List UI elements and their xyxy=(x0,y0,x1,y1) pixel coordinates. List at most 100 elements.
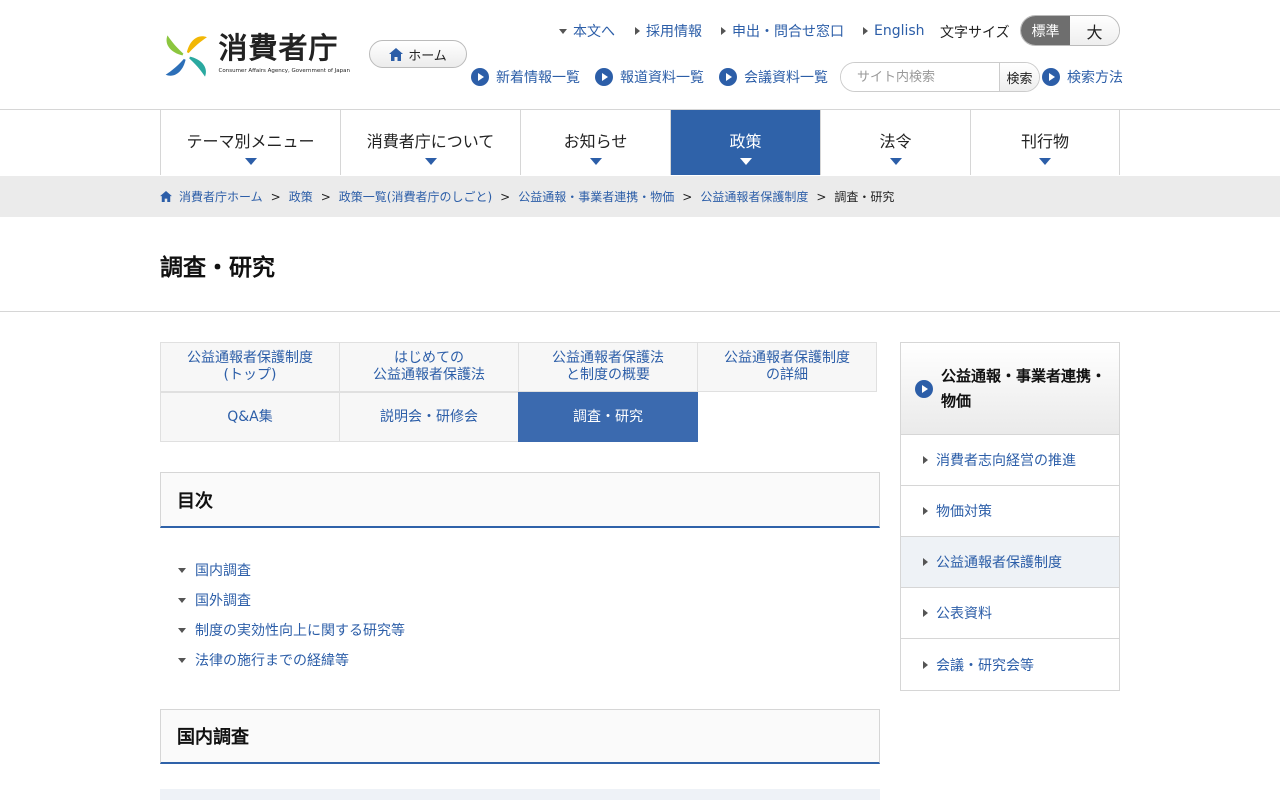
caret-down-icon xyxy=(739,158,752,165)
gnav-policy[interactable]: 政策 xyxy=(671,110,821,175)
tab-seminars[interactable]: 説明会・研修会 xyxy=(339,392,519,442)
news-list-link[interactable]: 新着情報一覧 xyxy=(471,67,580,87)
site-logo[interactable]: 消費者庁 Consumer Affairs Agency, Government… xyxy=(160,30,350,82)
side-nav-item-whistleblower[interactable]: 公益通報者保護制度 xyxy=(901,537,1119,588)
side-nav-item-label: 消費者志向経営の推進 xyxy=(936,453,1076,469)
util-link-label: 申出・問合せ窓口 xyxy=(732,24,844,40)
tab-research[interactable]: 調査・研究 xyxy=(518,392,698,442)
side-nav-item-label: 公益通報者保護制度 xyxy=(936,555,1062,571)
toc-link[interactable]: 法律の施行までの経緯等 xyxy=(195,650,349,670)
triangle-right-icon xyxy=(923,507,928,515)
toc-link[interactable]: 国外調査 xyxy=(195,590,251,610)
gnav-theme-menu[interactable]: テーマ別メニュー xyxy=(161,110,341,175)
toc-item[interactable]: 国内調査 xyxy=(178,555,405,585)
caret-down-icon xyxy=(1039,158,1051,165)
gnav-about[interactable]: 消費者庁について xyxy=(341,110,521,175)
tab-label: 公益通報者保護制度 の詳細 xyxy=(724,350,850,383)
tab-system-top[interactable]: 公益通報者保護制度 (トップ) xyxy=(160,342,340,392)
gnav-label: 法令 xyxy=(879,131,912,151)
side-nav-item-label: 公表資料 xyxy=(936,606,992,622)
gnav-label: テーマ別メニュー xyxy=(186,131,315,151)
util-link-label: 採用情報 xyxy=(646,24,702,40)
section-tabs: 公益通報者保護制度 (トップ) はじめての 公益通報者保護法 公益通報者保護法 と制度… xyxy=(160,342,880,442)
triangle-right-icon xyxy=(923,456,928,464)
tab-details[interactable]: 公益通報者保護制度 の詳細 xyxy=(697,342,877,392)
gnav-label: 刊行物 xyxy=(1020,131,1069,151)
gnav-label: 消費者庁について xyxy=(366,131,495,151)
quick-link-label: 報道資料一覧 xyxy=(620,70,704,86)
breadcrumb-link[interactable]: 公益通報者保護制度 xyxy=(700,188,808,205)
quick-link-label: 新着情報一覧 xyxy=(496,70,580,86)
tab-row: 公益通報者保護制度 (トップ) はじめての 公益通報者保護法 公益通報者保護法 と制度… xyxy=(160,342,880,392)
recruit-link[interactable]: 採用情報 xyxy=(635,21,702,41)
home-icon xyxy=(389,47,404,61)
tab-label: 公益通報者保護法 と制度の概要 xyxy=(552,350,664,383)
side-nav-item-publications[interactable]: 公表資料 xyxy=(901,588,1119,639)
gnav-news[interactable]: お知らせ xyxy=(521,110,671,175)
site-search: 検索 xyxy=(840,62,1040,92)
triangle-down-icon xyxy=(178,597,186,603)
skip-to-content-link[interactable]: 本文へ xyxy=(559,21,615,41)
util-link-label: 本文へ xyxy=(573,24,615,40)
toc-item[interactable]: 国外調査 xyxy=(178,585,405,615)
gnav-laws[interactable]: 法令 xyxy=(821,110,971,175)
search-help-label: 検索方法 xyxy=(1067,70,1123,86)
font-size-label: 文字サイズ xyxy=(940,25,1010,41)
toc-item[interactable]: 制度の実効性向上に関する研究等 xyxy=(178,615,405,645)
side-nav-item-meetings[interactable]: 会議・研究会等 xyxy=(901,639,1119,690)
breadcrumb-separator: > xyxy=(500,189,511,204)
font-size-standard-button[interactable]: 標準 xyxy=(1021,16,1070,45)
util-link-label: English xyxy=(874,23,925,39)
font-size-toggle: 標準 大 xyxy=(1020,15,1120,46)
meeting-list-link[interactable]: 会議資料一覧 xyxy=(719,67,828,87)
side-nav-item-prices[interactable]: 物価対策 xyxy=(901,486,1119,537)
breadcrumb-trail: 消費者庁ホーム > 政策 > 政策一覧(消費者庁のしごと) > 公益通報・事業者… xyxy=(160,176,894,217)
breadcrumb-link[interactable]: 消費者庁ホーム xyxy=(179,188,263,205)
triangle-down-icon xyxy=(178,657,186,663)
tab-qa[interactable]: Q&A集 xyxy=(160,392,340,442)
triangle-right-icon xyxy=(863,27,868,35)
toc-list: 国内調査 国外調査 制度の実効性向上に関する研究等 法律の施行までの経緯等 xyxy=(178,555,405,675)
breadcrumb-link[interactable]: 政策 xyxy=(289,188,313,205)
breadcrumb-link[interactable]: 政策一覧(消費者庁のしごと) xyxy=(339,188,492,205)
home-button-label: ホーム xyxy=(408,48,447,64)
circle-arrow-icon xyxy=(595,68,613,86)
english-link[interactable]: English xyxy=(863,21,925,41)
quick-link-label: 会議資料一覧 xyxy=(744,70,828,86)
caret-down-icon xyxy=(589,158,602,165)
circle-arrow-icon xyxy=(719,68,737,86)
breadcrumb-separator: > xyxy=(270,189,281,204)
caret-down-icon xyxy=(889,158,902,165)
site-header: 消費者庁 Consumer Affairs Agency, Government… xyxy=(0,0,1280,110)
triangle-right-icon xyxy=(721,27,726,35)
breadcrumb: 消費者庁ホーム > 政策 > 政策一覧(消費者庁のしごと) > 公益通報・事業者… xyxy=(0,176,1280,217)
triangle-down-icon xyxy=(178,567,186,573)
triangle-right-icon xyxy=(923,609,928,617)
circle-arrow-icon xyxy=(915,379,933,398)
home-button[interactable]: ホーム xyxy=(369,40,467,68)
triangle-right-icon xyxy=(923,558,928,566)
tab-label: はじめての 公益通報者保護法 xyxy=(373,350,485,383)
page-title: 調査・研究 xyxy=(160,255,275,281)
breadcrumb-link[interactable]: 公益通報・事業者連携・物価 xyxy=(518,188,674,205)
press-list-link[interactable]: 報道資料一覧 xyxy=(595,67,704,87)
search-button[interactable]: 検索 xyxy=(999,63,1039,91)
search-input[interactable] xyxy=(841,63,999,91)
gnav-publications[interactable]: 刊行物 xyxy=(971,110,1120,175)
font-size-large-button[interactable]: 大 xyxy=(1070,16,1119,45)
section-heading-domestic: 国内調査 xyxy=(160,709,880,764)
side-nav-heading[interactable]: 公益通報・事業者連携・物価 xyxy=(901,343,1119,435)
search-help-link[interactable]: 検索方法 xyxy=(1042,67,1123,87)
toc-link[interactable]: 制度の実効性向上に関する研究等 xyxy=(195,620,405,640)
contact-link[interactable]: 申出・問合せ窓口 xyxy=(721,21,844,41)
toc-item[interactable]: 法律の施行までの経緯等 xyxy=(178,645,405,675)
content-block xyxy=(160,789,880,800)
tab-first-time[interactable]: はじめての 公益通報者保護法 xyxy=(339,342,519,392)
side-nav-item-label: 会議・研究会等 xyxy=(936,657,1034,674)
breadcrumb-current: 調査・研究 xyxy=(834,190,895,204)
logo-title: 消費者庁 xyxy=(218,31,339,65)
toc-link[interactable]: 国内調査 xyxy=(195,560,251,580)
tab-overview[interactable]: 公益通報者保護法 と制度の概要 xyxy=(518,342,698,392)
tab-row: Q&A集 説明会・研修会 調査・研究 xyxy=(160,392,880,442)
side-nav-item-consumer-oriented[interactable]: 消費者志向経営の推進 xyxy=(901,435,1119,486)
